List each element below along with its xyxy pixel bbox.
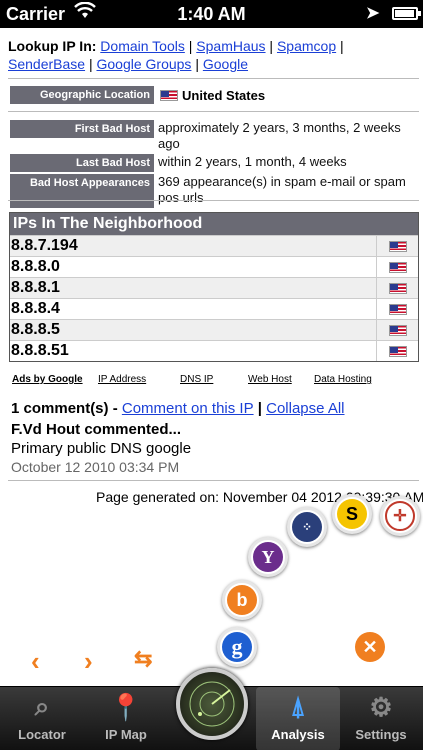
- crosshair-icon: ✛: [385, 501, 415, 531]
- gear-icon: ⚙: [369, 691, 393, 722]
- tab-label: IP Map: [105, 727, 147, 742]
- ip-address[interactable]: 8.8.8.51: [11, 342, 376, 360]
- back-arrow-icon[interactable]: ‹: [31, 646, 40, 677]
- table-row[interactable]: 8.8.8.0: [10, 256, 418, 277]
- radar-icon: [189, 681, 235, 727]
- location-arrow-icon: ➤: [366, 5, 380, 22]
- dots-grid-icon: ⁘: [292, 512, 322, 542]
- geo-value: United States: [182, 87, 266, 103]
- comment-separator: |: [257, 400, 262, 417]
- antenna-icon: ⍋: [290, 691, 306, 721]
- ip-address[interactable]: 8.8.8.5: [11, 321, 376, 339]
- us-flag-icon: [388, 345, 407, 357]
- lookup-label: Lookup IP In:: [8, 38, 97, 54]
- clock: 1:40 AM: [177, 4, 246, 24]
- battery-fill: [395, 10, 414, 17]
- tab-label: Locator: [18, 727, 66, 742]
- spamhaus-button[interactable]: S: [332, 494, 372, 534]
- ad-link-web-host[interactable]: Web Host: [248, 374, 314, 385]
- link-spamcop[interactable]: Spamcop: [277, 38, 336, 54]
- bing-icon: b: [227, 585, 257, 615]
- geo-row: Geographic Location United States: [10, 86, 265, 104]
- bad-host-value: 369 appearance(s) in spam e-mail or spam…: [158, 174, 406, 205]
- divider: [8, 111, 419, 112]
- tab-label: Analysis: [271, 727, 325, 742]
- locator-icon: ⌕: [34, 691, 50, 721]
- divider: [8, 78, 419, 79]
- us-flag-icon: [160, 89, 178, 101]
- comment-on-ip-link[interactable]: Comment on this IP: [122, 400, 254, 417]
- page-generated-text: Page generated on: November 04 2012 09:3…: [96, 489, 423, 505]
- bad-host-label: Bad Host Appearances: [10, 174, 154, 208]
- link-senderbase[interactable]: SenderBase: [8, 56, 85, 72]
- pin-icon: 📍: [109, 691, 143, 722]
- lookup-links: Lookup IP In: Domain Tools | SpamHaus | …: [8, 38, 344, 72]
- comment-author: F.Vd Hout commented...: [11, 421, 182, 438]
- comment-text: Primary public DNS google: [11, 440, 192, 457]
- yahoo-search-button[interactable]: Y: [248, 537, 288, 577]
- bad-host-label: First Bad Host Appearance: [10, 120, 154, 153]
- collapse-all-link[interactable]: Collapse All: [266, 400, 344, 417]
- radar-button[interactable]: [176, 668, 248, 740]
- us-flag-icon: [388, 303, 407, 315]
- ip-address[interactable]: 8.8.8.0: [11, 258, 376, 276]
- table-row[interactable]: 8.8.8.5: [10, 319, 418, 340]
- status-bar: Carrier 1:40 AM ➤: [0, 0, 423, 28]
- grid-service-button[interactable]: ⁘: [287, 507, 327, 547]
- table-row[interactable]: 8.8.8.1: [10, 277, 418, 298]
- tab-ip-map[interactable]: 📍 IP Map: [84, 687, 168, 751]
- target-button[interactable]: ✛: [380, 496, 420, 536]
- bad-host-row: Last Bad Host Appearance within 2 years,…: [10, 154, 420, 187]
- ad-link-data-hosting[interactable]: Data Hosting: [314, 374, 372, 385]
- comments-section: 1 comment(s) - Comment on this IP | Coll…: [11, 400, 421, 475]
- comment-date: October 12 2010 03:34 PM: [11, 459, 180, 475]
- link-spamhaus[interactable]: SpamHaus: [196, 38, 265, 54]
- table-row[interactable]: 8.8.8.4: [10, 298, 418, 319]
- ip-address[interactable]: 8.8.8.4: [11, 300, 376, 318]
- geo-label: Geographic Location: [10, 86, 154, 104]
- bad-host-row: Bad Host Appearances 369 appearance(s) i…: [10, 174, 420, 208]
- bad-host-value: approximately 2 years, 3 months, 2 weeks…: [158, 120, 401, 151]
- ip-address[interactable]: 8.8.7.194: [11, 237, 376, 255]
- link-google-groups[interactable]: Google Groups: [96, 56, 191, 72]
- refresh-icon[interactable]: ⇆: [134, 646, 152, 672]
- link-domain-tools[interactable]: Domain Tools: [100, 38, 185, 54]
- us-flag-icon: [388, 282, 407, 294]
- ad-link-ip-address[interactable]: IP Address: [98, 374, 180, 385]
- bad-host-row: First Bad Host Appearance approximately …: [10, 120, 420, 153]
- spam-s-icon: S: [337, 499, 367, 529]
- comment-count: 1 comment(s) -: [11, 400, 118, 417]
- ip-address[interactable]: 8.8.8.1: [11, 279, 376, 297]
- tab-settings[interactable]: ⚙ Settings: [339, 687, 423, 751]
- tab-analysis[interactable]: ⍋ Analysis: [256, 687, 340, 751]
- ads-by-google[interactable]: Ads by Google: [12, 374, 98, 385]
- bing-search-button[interactable]: b: [222, 580, 262, 620]
- yahoo-icon: Y: [253, 542, 283, 572]
- neighborhood-title: IPs In The Neighborhood: [10, 213, 418, 235]
- neighborhood-table: IPs In The Neighborhood 8.8.7.194 8.8.8.…: [9, 212, 419, 362]
- battery-icon: [392, 7, 421, 20]
- bad-host-value: within 2 years, 1 month, 4 weeks: [158, 154, 347, 169]
- forward-arrow-icon[interactable]: ›: [84, 646, 93, 677]
- link-google[interactable]: Google: [203, 56, 248, 72]
- us-flag-icon: [388, 240, 407, 252]
- table-row[interactable]: 8.8.8.51: [10, 340, 418, 361]
- table-row[interactable]: 8.8.7.194: [10, 235, 418, 256]
- divider: [8, 200, 419, 201]
- tab-locator[interactable]: ⌕ Locator: [0, 687, 84, 751]
- divider: [8, 480, 419, 481]
- tab-label: Settings: [355, 727, 407, 742]
- us-flag-icon: [388, 261, 407, 273]
- bad-host-label: Last Bad Host Appearance: [10, 154, 154, 187]
- bad-host-table: First Bad Host Appearance approximately …: [10, 120, 420, 210]
- us-flag-icon: [388, 324, 407, 336]
- ad-link-dns-ip[interactable]: DNS IP: [180, 374, 248, 385]
- ads-bar: Ads by Google IP Address DNS IP Web Host…: [12, 374, 412, 385]
